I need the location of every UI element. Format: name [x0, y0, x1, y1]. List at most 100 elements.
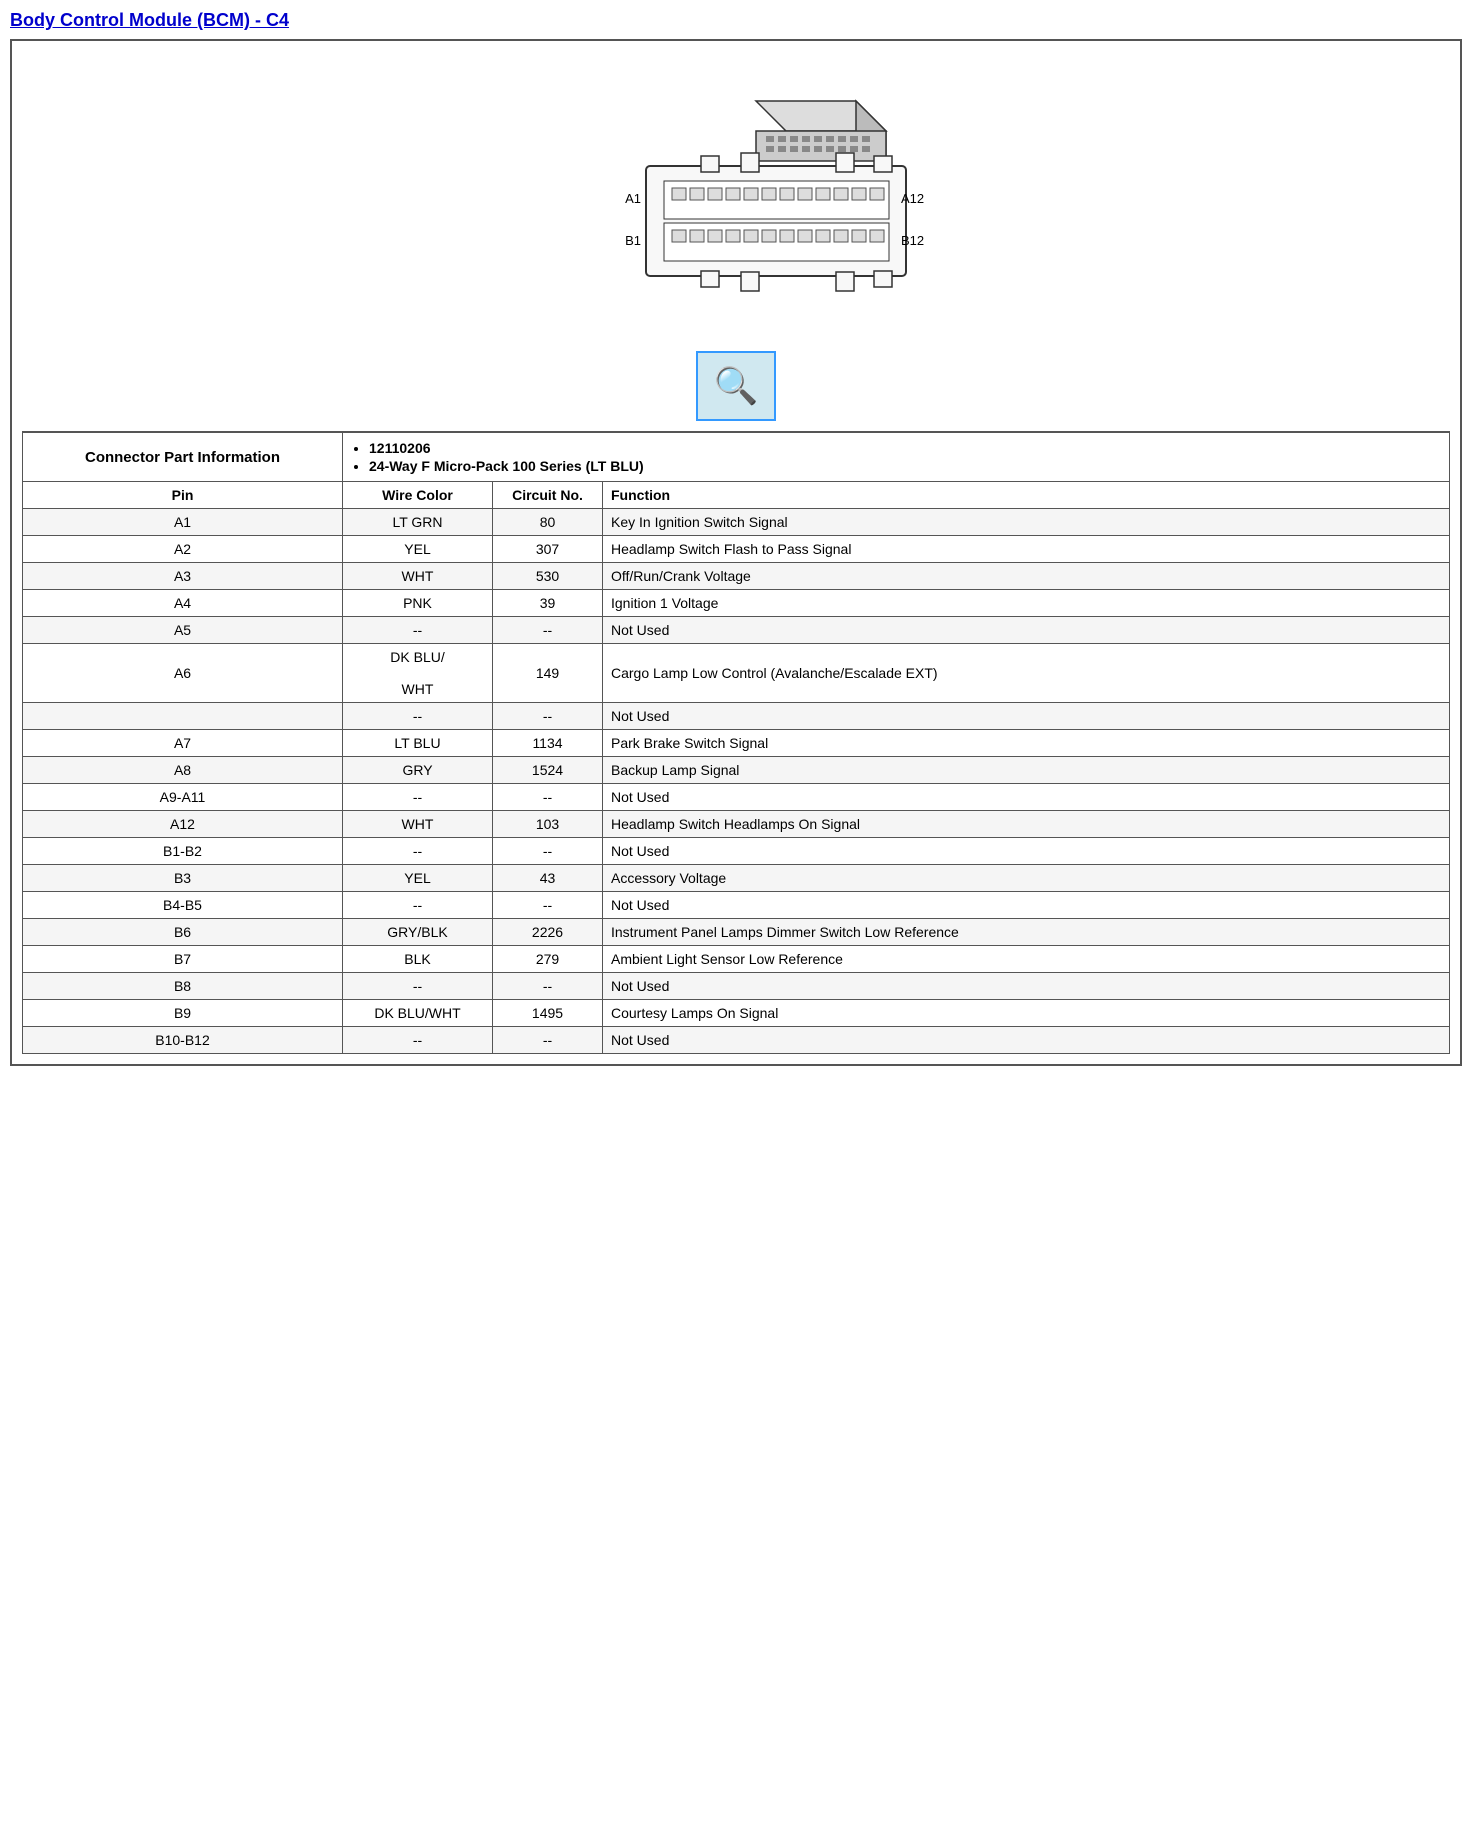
connector-diagram: A1 A12 B1 B12	[546, 71, 926, 331]
cell-wire: --	[343, 617, 493, 644]
table-row: A1LT GRN80Key In Ignition Switch Signal	[23, 509, 1450, 536]
svg-text:A1: A1	[625, 191, 641, 206]
cell-wire: --	[343, 838, 493, 865]
cell-circuit: 2226	[493, 919, 603, 946]
cell-function: Key In Ignition Switch Signal	[603, 509, 1450, 536]
table-row: A7LT BLU1134Park Brake Switch Signal	[23, 730, 1450, 757]
page-title: Body Control Module (BCM) - C4	[10, 10, 1462, 31]
cell-circuit: --	[493, 617, 603, 644]
cell-function: Park Brake Switch Signal	[603, 730, 1450, 757]
cell-pin: A7	[23, 730, 343, 757]
svg-text:A12: A12	[901, 191, 924, 206]
table-row: A4PNK39Ignition 1 Voltage	[23, 590, 1450, 617]
part-description: 24-Way F Micro-Pack 100 Series (LT BLU)	[369, 458, 1441, 474]
magnify-button[interactable]: 🔍	[696, 351, 776, 421]
cell-wire: GRY	[343, 757, 493, 784]
cell-circuit: 1524	[493, 757, 603, 784]
cell-wire: --	[343, 973, 493, 1000]
cell-wire: --	[343, 703, 493, 730]
cell-function: Not Used	[603, 838, 1450, 865]
cell-circuit: --	[493, 1027, 603, 1054]
cell-circuit: --	[493, 703, 603, 730]
cell-function: Not Used	[603, 784, 1450, 811]
header-pin: Pin	[23, 482, 343, 509]
cell-circuit: 1495	[493, 1000, 603, 1027]
cell-function: Ignition 1 Voltage	[603, 590, 1450, 617]
cell-function: Not Used	[603, 617, 1450, 644]
table-row: ----Not Used	[23, 703, 1450, 730]
cell-wire: --	[343, 1027, 493, 1054]
cell-circuit: --	[493, 838, 603, 865]
cell-pin: A8	[23, 757, 343, 784]
cell-pin: B4-B5	[23, 892, 343, 919]
cell-wire: GRY/BLK	[343, 919, 493, 946]
cell-circuit: 43	[493, 865, 603, 892]
table-row: A5----Not Used	[23, 617, 1450, 644]
cell-wire: PNK	[343, 590, 493, 617]
cell-pin: A2	[23, 536, 343, 563]
table-row: A12WHT103Headlamp Switch Headlamps On Si…	[23, 811, 1450, 838]
cell-wire: DK BLU/WHT	[343, 1000, 493, 1027]
connector-data-table: Connector Part Information 12110206 24-W…	[22, 432, 1450, 1054]
magnify-icon: 🔍	[714, 365, 759, 407]
table-row: B9DK BLU/WHT1495Courtesy Lamps On Signal	[23, 1000, 1450, 1027]
cell-circuit: --	[493, 892, 603, 919]
cell-pin: A6	[23, 644, 343, 703]
cell-pin: B7	[23, 946, 343, 973]
header-function: Function	[603, 482, 1450, 509]
cell-function: Not Used	[603, 892, 1450, 919]
table-row: B3YEL43Accessory Voltage	[23, 865, 1450, 892]
cell-function: Instrument Panel Lamps Dimmer Switch Low…	[603, 919, 1450, 946]
table-row: A2YEL307Headlamp Switch Flash to Pass Si…	[23, 536, 1450, 563]
cell-pin: A3	[23, 563, 343, 590]
table-row: A9-A11----Not Used	[23, 784, 1450, 811]
table-row: A8GRY1524Backup Lamp Signal	[23, 757, 1450, 784]
cell-function: Accessory Voltage	[603, 865, 1450, 892]
table-row: A3WHT530Off/Run/Crank Voltage	[23, 563, 1450, 590]
cell-pin: B9	[23, 1000, 343, 1027]
table-row: B4-B5----Not Used	[23, 892, 1450, 919]
cell-wire: WHT	[343, 563, 493, 590]
header-wire: Wire Color	[343, 482, 493, 509]
cell-wire: YEL	[343, 536, 493, 563]
cell-pin: A12	[23, 811, 343, 838]
connector-diagram-area: A1 A12 B1 B12 🔍	[22, 51, 1450, 432]
cell-function: Not Used	[603, 703, 1450, 730]
table-row: B7BLK279Ambient Light Sensor Low Referen…	[23, 946, 1450, 973]
cell-wire: DK BLU/WHT	[343, 644, 493, 703]
cell-function: Backup Lamp Signal	[603, 757, 1450, 784]
cell-circuit: 1134	[493, 730, 603, 757]
cell-pin: B3	[23, 865, 343, 892]
header-circuit: Circuit No.	[493, 482, 603, 509]
cell-circuit: 530	[493, 563, 603, 590]
cell-circuit: --	[493, 973, 603, 1000]
connector-info-row: Connector Part Information 12110206 24-W…	[23, 433, 1450, 482]
cell-circuit: 149	[493, 644, 603, 703]
cell-circuit: 279	[493, 946, 603, 973]
cell-function: Cargo Lamp Low Control (Avalanche/Escala…	[603, 644, 1450, 703]
table-header-row: Pin Wire Color Circuit No. Function	[23, 482, 1450, 509]
cell-pin: A1	[23, 509, 343, 536]
table-row: B8----Not Used	[23, 973, 1450, 1000]
cell-function: Headlamp Switch Flash to Pass Signal	[603, 536, 1450, 563]
cell-pin	[23, 703, 343, 730]
cell-wire: BLK	[343, 946, 493, 973]
part-number: 12110206	[369, 440, 1441, 456]
cell-wire: LT GRN	[343, 509, 493, 536]
cell-pin: B1-B2	[23, 838, 343, 865]
cell-pin: B6	[23, 919, 343, 946]
cell-function: Not Used	[603, 1027, 1450, 1054]
cell-pin: A5	[23, 617, 343, 644]
cell-pin: B8	[23, 973, 343, 1000]
table-row: B10-B12----Not Used	[23, 1027, 1450, 1054]
cell-circuit: 103	[493, 811, 603, 838]
cell-wire: --	[343, 892, 493, 919]
cell-wire: WHT	[343, 811, 493, 838]
cell-pin: A4	[23, 590, 343, 617]
cell-pin: A9-A11	[23, 784, 343, 811]
cell-wire: YEL	[343, 865, 493, 892]
cell-circuit: 39	[493, 590, 603, 617]
connector-info-label: Connector Part Information	[23, 433, 343, 482]
cell-pin: B10-B12	[23, 1027, 343, 1054]
cell-function: Ambient Light Sensor Low Reference	[603, 946, 1450, 973]
